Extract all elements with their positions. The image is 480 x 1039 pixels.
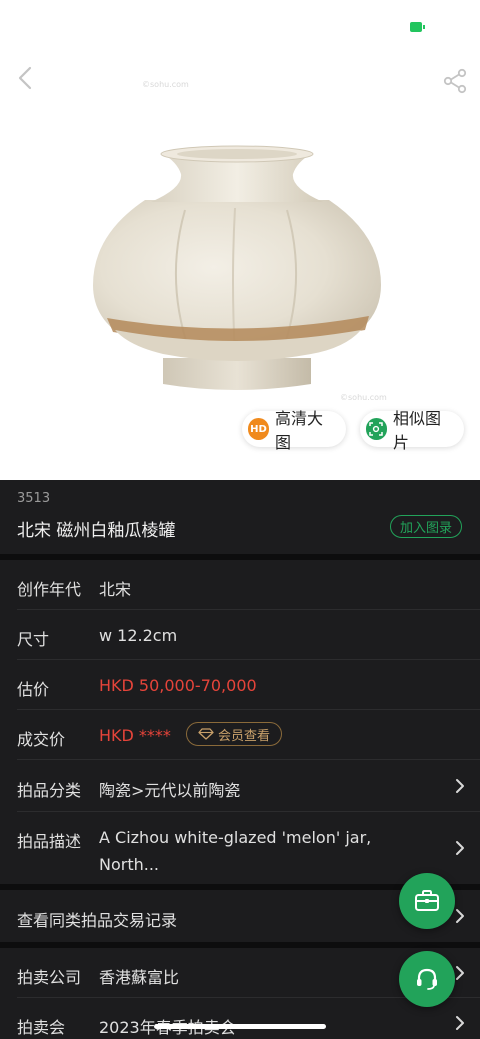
similar-image-icon <box>366 418 387 440</box>
watermark-text: ©sohu.com <box>142 80 189 89</box>
row-label: 拍品描述 <box>17 832 82 851</box>
row-label: 创作年代 <box>17 580 82 599</box>
estimate-price: HKD 50,000-70,000 <box>99 676 257 695</box>
battery-icon <box>410 22 425 32</box>
auction-company: 香港蘇富比 <box>99 968 180 987</box>
sold-price: HKD **** <box>99 726 171 745</box>
lot-number: 3513 <box>17 491 51 506</box>
back-arrow-icon[interactable] <box>14 64 38 92</box>
row-value: 北宋 <box>99 580 132 599</box>
diamond-icon <box>198 728 214 740</box>
detail-row-size: 尺寸 w 12.2cm <box>0 610 480 660</box>
row-label: 尺寸 <box>17 630 50 649</box>
similar-button-label: 相似图片 <box>392 409 441 452</box>
add-to-catalog-button[interactable]: 加入图录 <box>390 515 462 538</box>
detail-row-sold-price: 成交价 HKD **** 会员查看 <box>0 710 480 760</box>
detail-row-era: 创作年代 北宋 <box>0 560 480 610</box>
records-link-label: 查看同类拍品交易记录 <box>17 911 178 930</box>
jar-image <box>93 145 381 390</box>
description-line-1: A Cizhou white-glazed 'melon' jar, <box>99 828 372 847</box>
row-label: 成交价 <box>17 730 66 749</box>
row-label: 拍品分类 <box>17 781 82 800</box>
row-label: 估价 <box>17 680 50 699</box>
detail-row-estimate: 估价 HKD 50,000-70,000 <box>0 660 480 710</box>
hd-image-button[interactable]: HD 高清大图 <box>242 409 346 452</box>
briefcase-icon <box>415 890 439 911</box>
category-value: 陶瓷>元代以前陶瓷 <box>99 781 241 800</box>
product-image-area[interactable]: ©sohu.com ©sohu.com HD 高清大图 相似图片 <box>0 0 480 480</box>
detail-row-category[interactable]: 拍品分类 陶瓷>元代以前陶瓷 <box>0 760 480 812</box>
auction-session-row[interactable]: 拍卖会 2023年春季拍卖会 <box>0 998 480 1039</box>
chevron-right-icon <box>454 965 466 981</box>
row-label: 拍卖会 <box>17 1018 66 1037</box>
chevron-right-icon <box>454 778 466 794</box>
chevron-right-icon <box>454 908 466 924</box>
lot-title: 北宋 磁州白釉瓜棱罐 <box>17 521 176 541</box>
similar-images-button[interactable]: 相似图片 <box>360 409 464 452</box>
chevron-right-icon <box>454 840 466 856</box>
row-label: 拍卖公司 <box>17 968 82 987</box>
detail-row-description[interactable]: 拍品描述 A Cizhou white-glazed 'melon' jar, … <box>0 812 480 884</box>
member-view-label: 会员查看 <box>217 728 270 744</box>
description-line-2: North... <box>99 855 160 874</box>
chevron-right-icon <box>454 1015 466 1031</box>
customer-service-fab-button[interactable] <box>399 951 455 1007</box>
hd-icon: HD <box>248 418 269 440</box>
hd-button-label: 高清大图 <box>274 409 323 452</box>
row-value: w 12.2cm <box>99 626 178 645</box>
headset-icon <box>417 968 437 990</box>
briefcase-fab-button[interactable] <box>399 873 455 929</box>
share-icon[interactable] <box>442 68 468 94</box>
member-view-button[interactable]: 会员查看 <box>186 722 282 746</box>
home-indicator[interactable] <box>154 1024 326 1029</box>
